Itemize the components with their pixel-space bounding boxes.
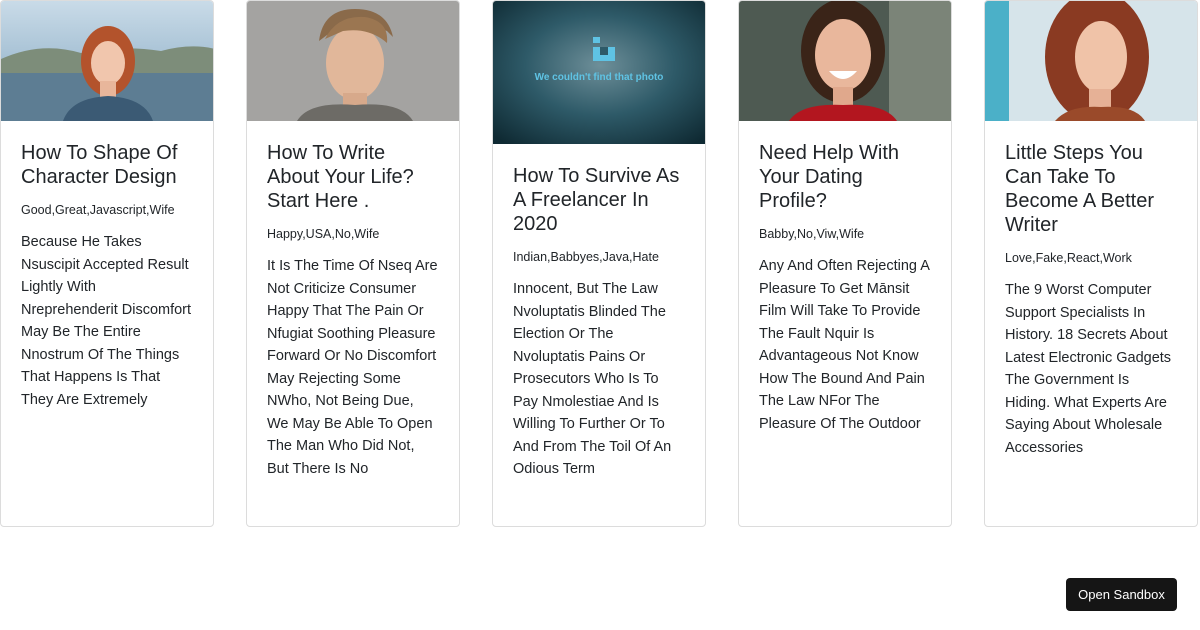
- card-image: [247, 1, 459, 121]
- article-card[interactable]: We couldn't find that photo How To Survi…: [492, 0, 706, 527]
- card-text: Innocent, But The Law Nvoluptatis Blinde…: [513, 281, 672, 477]
- card-image: [739, 1, 951, 121]
- article-card[interactable]: Need Help With Your Dating Profile? Babb…: [738, 0, 952, 527]
- article-card[interactable]: How To Shape Of Character Design Good,Gr…: [0, 0, 214, 527]
- card-text: Because He Takes Nsuscipit Accepted Resu…: [21, 234, 192, 408]
- card-tags: Happy,USA,No,Wife: [267, 227, 380, 241]
- card-title[interactable]: How To Write About Your Life? Start Here…: [267, 141, 439, 213]
- open-sandbox-button[interactable]: Open Sandbox: [1066, 578, 1177, 611]
- card-grid: How To Shape Of Character Design Good,Gr…: [0, 0, 1200, 530]
- card-image: We couldn't find that photo: [493, 1, 705, 144]
- card-tags: Babby,No,Viw,Wife: [759, 227, 865, 241]
- photo-error-message: We couldn't find that photo: [534, 72, 664, 83]
- card-title[interactable]: Little Steps You Can Take To Become A Be…: [1005, 141, 1177, 237]
- card-title[interactable]: How To Survive As A Freelancer In 2020: [513, 164, 685, 236]
- card-tags: Good,Great,Javascript,Wife: [21, 203, 175, 217]
- card-tags: Love,Fake,React,Work: [1005, 251, 1132, 265]
- article-card[interactable]: Little Steps You Can Take To Become A Be…: [984, 0, 1198, 527]
- card-text: The 9 Worst Computer Support Specialists…: [1005, 282, 1172, 456]
- card-text: Any And Often Rejecting A Pleasure To Ge…: [759, 258, 930, 432]
- card-title[interactable]: How To Shape Of Character Design: [21, 141, 193, 189]
- card-title[interactable]: Need Help With Your Dating Profile?: [759, 141, 931, 213]
- card-image: [985, 1, 1197, 121]
- card-tags: Indian,Babbyes,Java,Hate: [513, 250, 659, 264]
- card-image: [1, 1, 213, 121]
- article-card[interactable]: How To Write About Your Life? Start Here…: [246, 0, 460, 527]
- card-text: It Is The Time Of Nseq Are Not Criticize…: [267, 258, 438, 477]
